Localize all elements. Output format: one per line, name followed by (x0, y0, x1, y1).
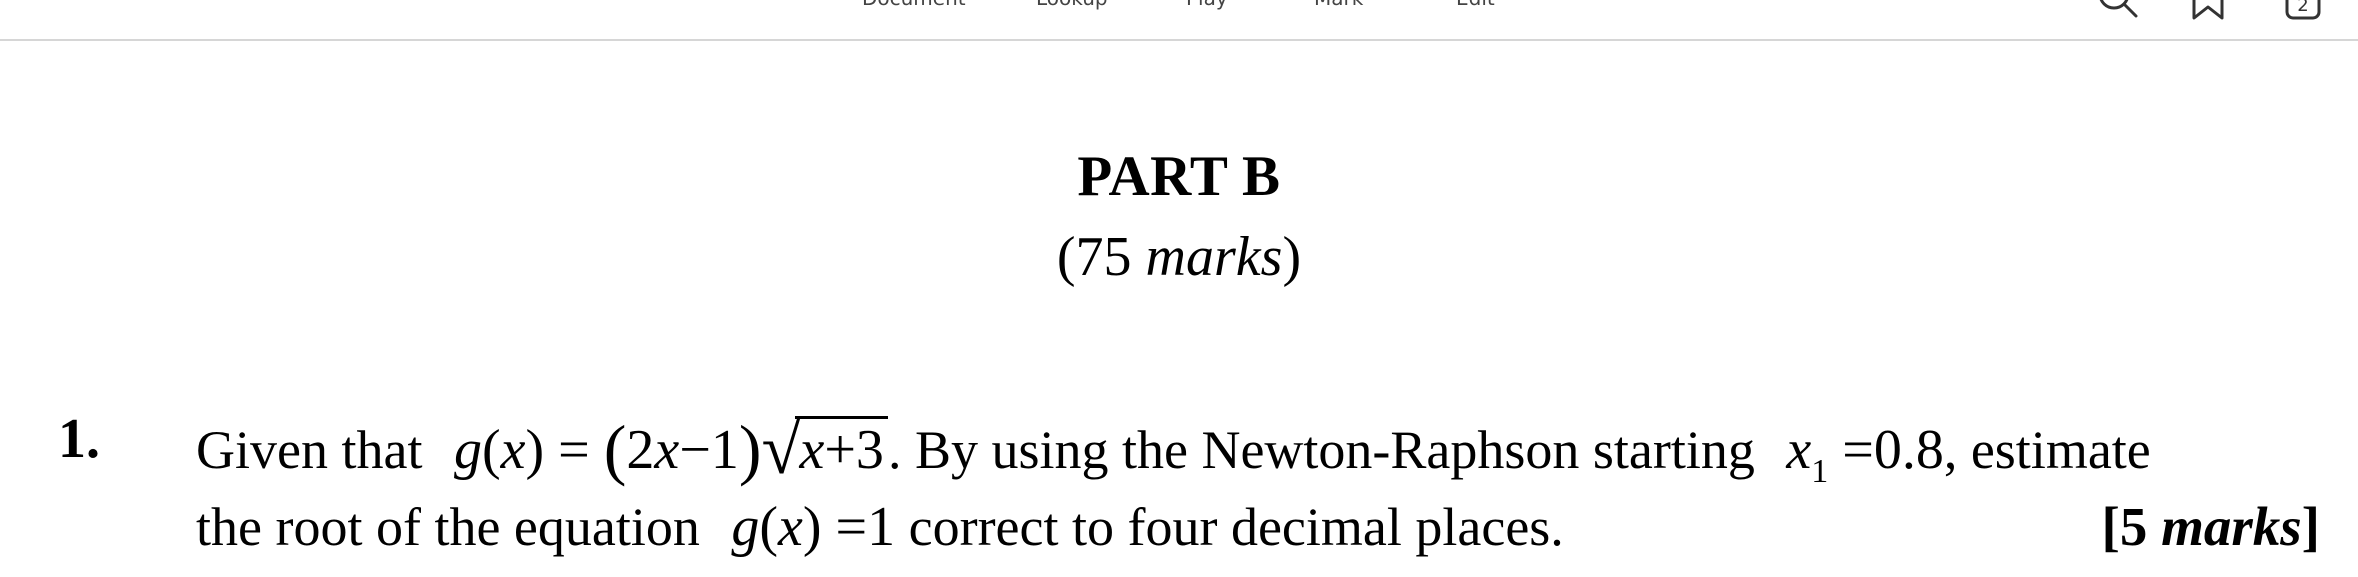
question-marks: [5 marks] (2101, 496, 2321, 557)
page-count-icon[interactable]: 2 (2284, 0, 2324, 29)
function-expression: g(x) = (2x−1) √ x+3 (454, 409, 888, 489)
question-number: 1. (58, 408, 100, 470)
page-count-label: 2 (2297, 0, 2308, 16)
bookmark-icon[interactable] (2190, 0, 2226, 29)
question-text-e: correct to four decimal places. (895, 497, 1564, 557)
tab-lookup[interactable]: Lookup (1036, 0, 1108, 10)
question-line-2: the root of the equation g(x) =1 correct… (196, 495, 1564, 559)
square-root: √ x+3 (761, 409, 888, 489)
question-text-b: . By using the Newton-Raphson starting (887, 420, 1769, 480)
part-title: PART B (1077, 145, 1281, 208)
starting-value: x1 =0.8 (1786, 419, 1944, 490)
tab-edit[interactable]: Edit (1456, 0, 1495, 10)
tab-mark[interactable]: Mark (1314, 0, 1363, 10)
tab-play[interactable]: Play (1186, 0, 1228, 10)
question-line-1: Given that g(x) = (2x−1) √ x+3. By using t… (196, 406, 2151, 491)
top-toolbar: Document Lookup Play Mark Edit 2 (0, 0, 2358, 41)
question-text-c: , estimate (1943, 420, 2151, 480)
tab-document[interactable]: Document (862, 0, 966, 10)
equation-expression: g(x) =1 (731, 496, 896, 558)
search-icon[interactable] (2094, 0, 2144, 29)
document-page: PART B (75 marks) 1. Given that g(x) = (… (0, 40, 2358, 577)
total-marks: (75 marks) (1056, 226, 1302, 288)
question-text-d: the root of the equation (196, 497, 714, 557)
question-text-a: Given that (196, 420, 436, 480)
